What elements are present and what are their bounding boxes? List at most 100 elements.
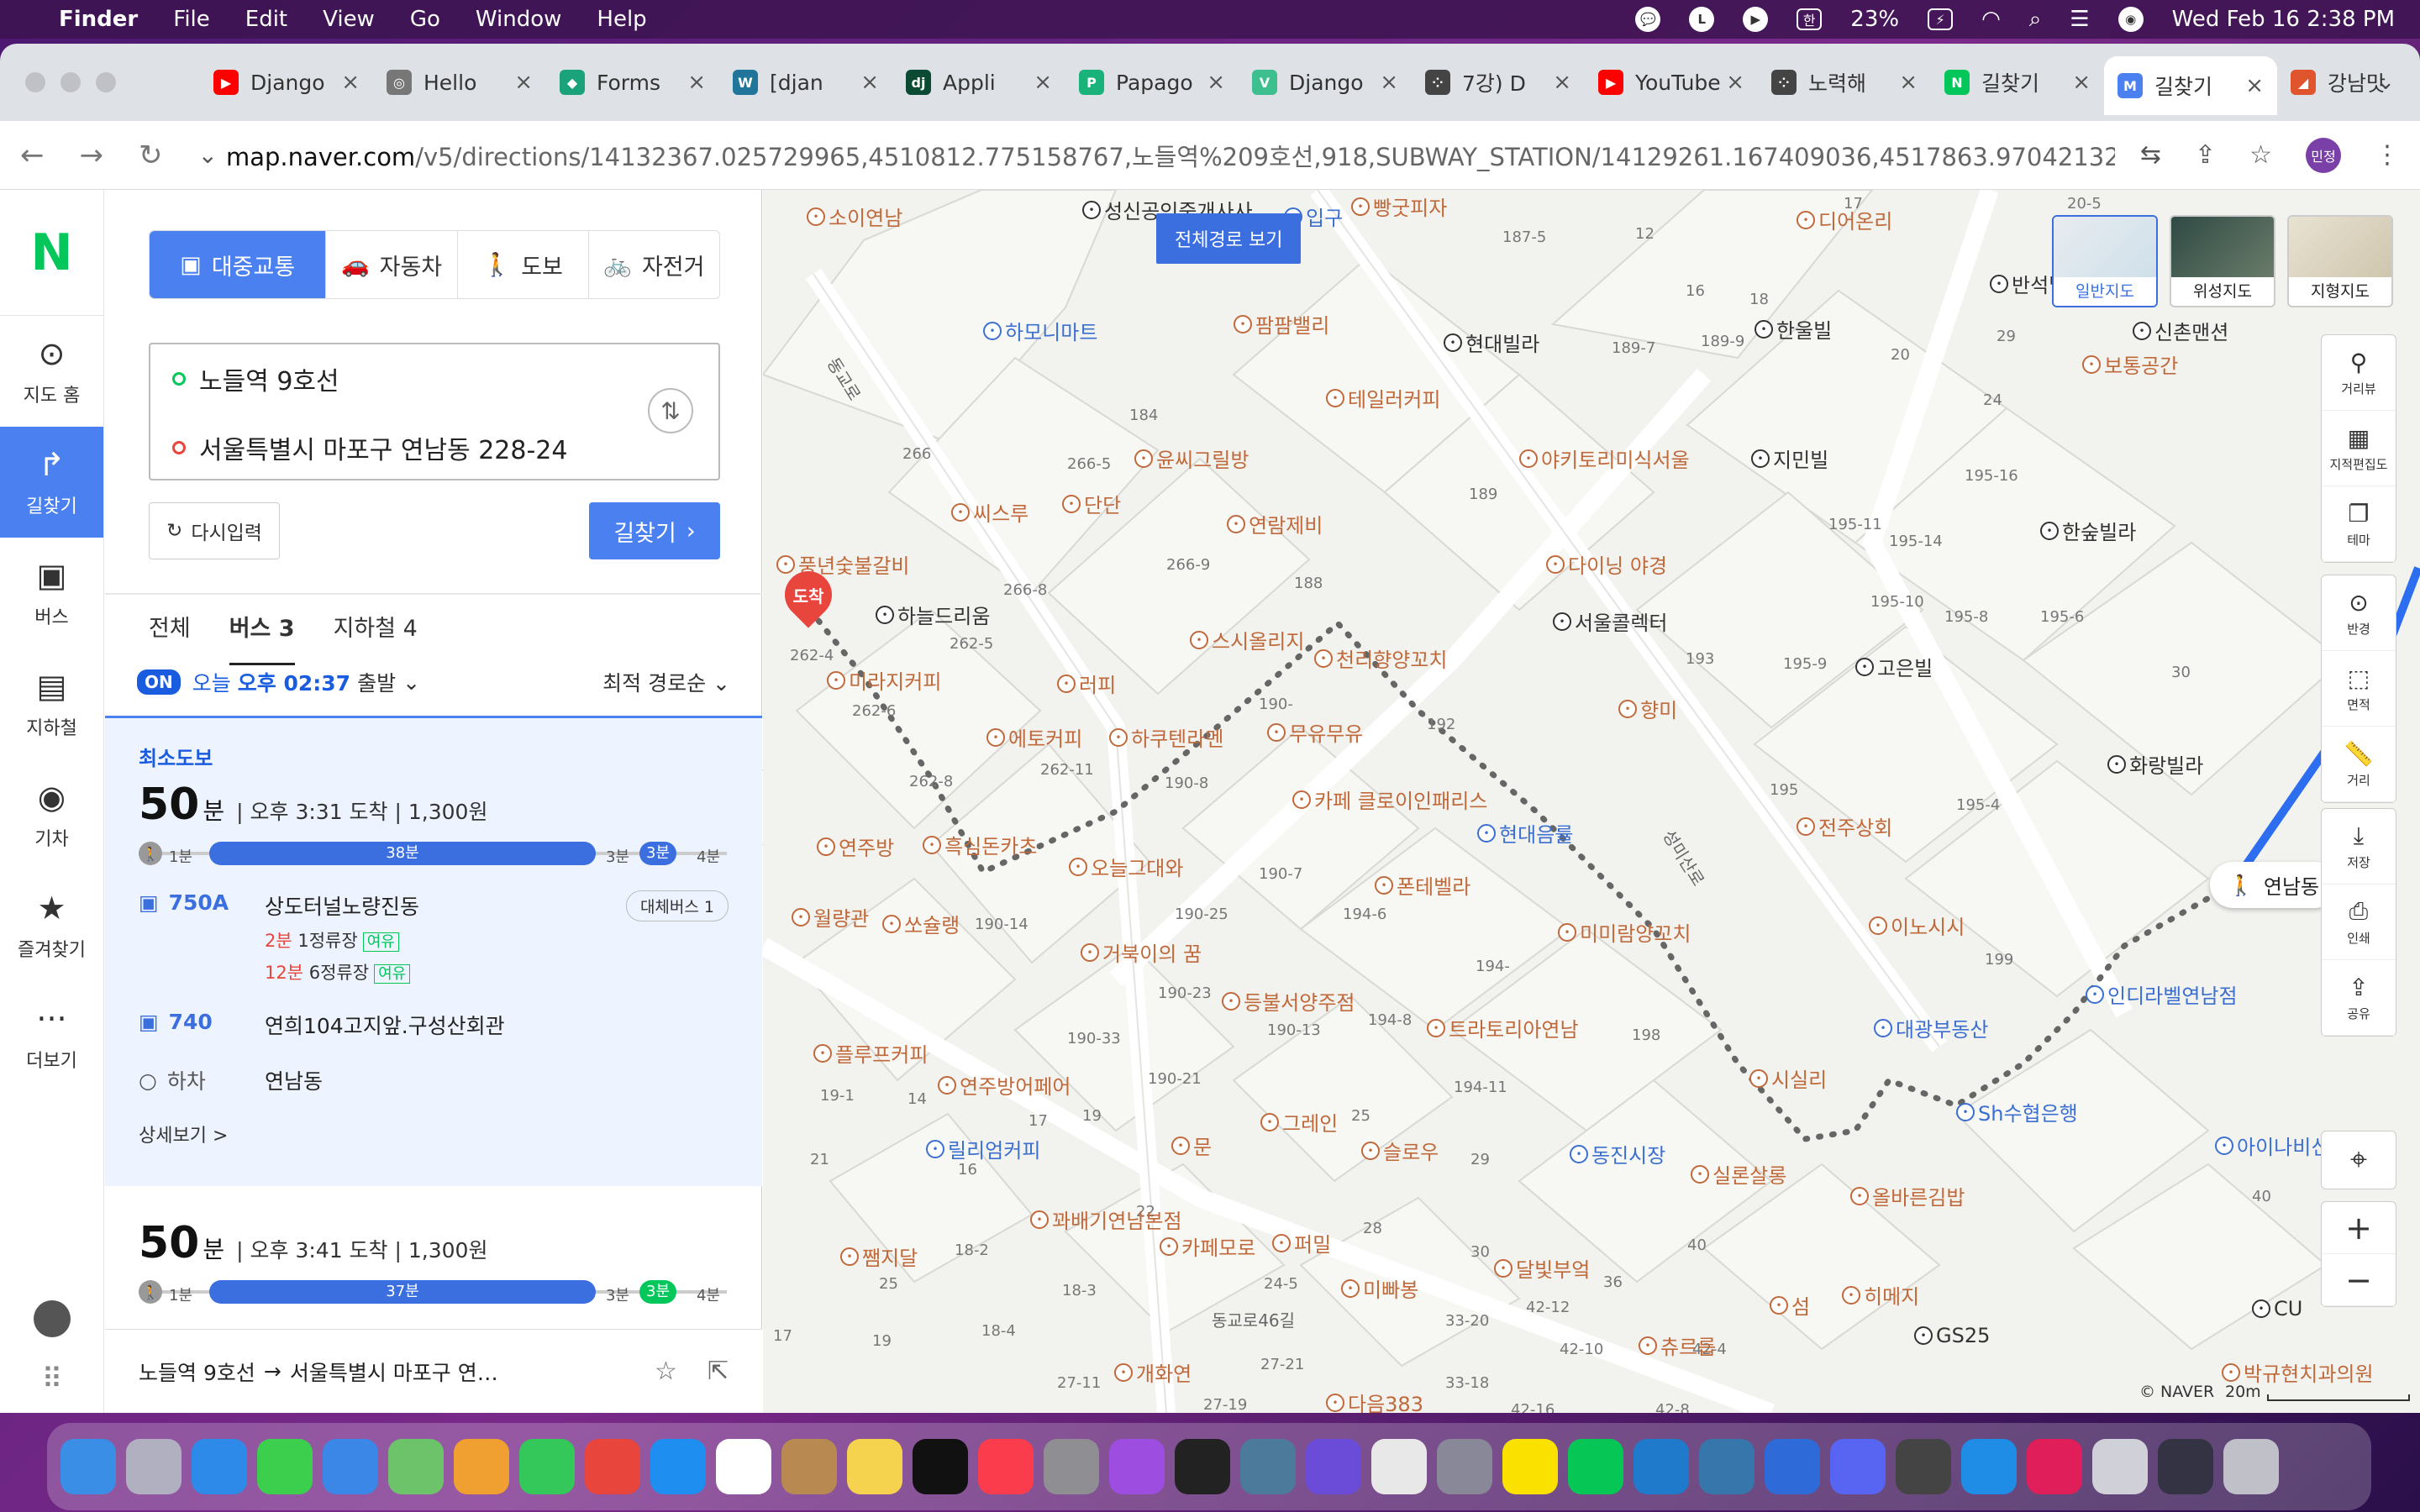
map-poi[interactable]: • 쨈지달 bbox=[840, 1242, 918, 1271]
bus-number[interactable]: 750A bbox=[169, 890, 229, 915]
map-poi[interactable]: • 오늘그대와 bbox=[1069, 852, 1183, 881]
lock-icon[interactable] bbox=[1896, 1439, 1951, 1494]
map-poi[interactable]: • 씨스루 bbox=[951, 497, 1028, 527]
wifi-icon[interactable]: ◠ bbox=[1981, 7, 2001, 32]
map-canvas[interactable]: 187-5 12 20-5 16 18 17 189-7 189-9 20 24 29 184 266 2… bbox=[763, 190, 2420, 1413]
browser-tab[interactable]: ▶ YouTube × bbox=[1585, 56, 1758, 108]
tool-radius[interactable]: ⊙ 반경 bbox=[2322, 575, 2396, 651]
start-station-chip[interactable]: 🚶 연남동 bbox=[2210, 862, 2338, 908]
tv-icon[interactable] bbox=[913, 1439, 968, 1494]
menu-window[interactable]: Window bbox=[476, 7, 562, 32]
swap-route-icon[interactable]: ⇅ bbox=[648, 388, 693, 433]
map-poi[interactable]: • 러피 bbox=[1057, 669, 1116, 698]
chevron-down-icon[interactable]: ⌄ bbox=[402, 670, 420, 695]
maps-icon[interactable] bbox=[388, 1439, 444, 1494]
bookmark-star-icon[interactable]: ☆ bbox=[2249, 140, 2272, 170]
sort-dropdown[interactable]: 최적 경로순 ⌄ bbox=[602, 667, 730, 697]
back-button[interactable]: ← bbox=[20, 139, 45, 172]
map-poi[interactable]: • 무유무유 bbox=[1267, 717, 1363, 747]
map-poi[interactable]: • 미빠봉 bbox=[1341, 1273, 1418, 1303]
trash-icon[interactable] bbox=[2223, 1439, 2279, 1494]
browser-tab[interactable]: N 길찾기 × bbox=[1931, 56, 2104, 108]
tool-cadastral[interactable]: ▦ 지적편집도 bbox=[2322, 411, 2396, 486]
map-poi[interactable]: • 카페 클로이인패리스 bbox=[1292, 785, 1487, 814]
tab-subway[interactable]: 지하철 4 bbox=[334, 610, 418, 665]
map-poi[interactable]: • 디어온리 bbox=[1797, 205, 1892, 234]
reset-button[interactable]: ↻ 다시입력 bbox=[149, 502, 280, 559]
map-poi[interactable]: • 보통공간 bbox=[2082, 349, 2178, 379]
map-poi[interactable]: • 달빛부엌 bbox=[1494, 1253, 1590, 1283]
search-icon[interactable]: ⌕ bbox=[2029, 7, 2042, 33]
map-poi[interactable]: • 현대빌라 bbox=[1444, 328, 1539, 357]
close-tab-icon[interactable]: × bbox=[1726, 70, 1744, 95]
translate-icon[interactable]: ⇆ bbox=[2140, 140, 2161, 170]
zoom-out-button[interactable]: − bbox=[2322, 1254, 2396, 1306]
browser-tab[interactable]: ▶ Django × bbox=[200, 56, 373, 108]
departure-time[interactable]: 오후 02:37 bbox=[238, 667, 350, 697]
map-poi[interactable]: • 그레인 bbox=[1260, 1107, 1338, 1137]
map-poi[interactable]: • 츄르릅 bbox=[1639, 1331, 1716, 1360]
map-poi[interactable]: • 이노시시 bbox=[1869, 911, 1965, 940]
map-poi[interactable]: • 화랑빌라 bbox=[2107, 749, 2203, 779]
minimize-window-button[interactable] bbox=[60, 72, 81, 92]
site-info-chevron-icon[interactable]: ⌄ bbox=[198, 141, 218, 169]
map-poi[interactable]: • 한울빌 bbox=[1754, 314, 1832, 344]
contacts-icon[interactable] bbox=[781, 1439, 837, 1494]
route-overview-button[interactable]: 전체경로 보기 bbox=[1156, 213, 1302, 264]
map-poi[interactable]: • 야키토리미식서울 bbox=[1519, 444, 1690, 473]
nav-item-map-pin[interactable]: ⊙ 지도 홈 bbox=[0, 316, 103, 427]
close-tab-icon[interactable]: × bbox=[687, 70, 706, 95]
maptype-normal[interactable]: 일반지도 bbox=[2052, 215, 2158, 307]
map-poi[interactable]: • 전주상회 bbox=[1797, 811, 1892, 841]
map-poi[interactable]: • 거북이의 꿈 bbox=[1081, 937, 1202, 967]
map-poi[interactable]: • 팜팜밸리 bbox=[1234, 309, 1329, 339]
appstore-icon[interactable] bbox=[650, 1439, 706, 1494]
nav-item-star[interactable]: ★ 즐겨찾기 bbox=[0, 870, 103, 981]
menu-file[interactable]: File bbox=[173, 7, 210, 32]
map-poi[interactable]: • 릴리엄커피 bbox=[926, 1134, 1040, 1163]
search-route-button[interactable]: 길찾기 › bbox=[589, 502, 720, 559]
bus-number[interactable]: 740 bbox=[169, 1010, 213, 1034]
input-method-icon[interactable]: 한 bbox=[1797, 8, 1823, 30]
map-poi[interactable]: • GS25 bbox=[1914, 1324, 1990, 1347]
map-poi[interactable]: • 히메지 bbox=[1842, 1280, 1919, 1310]
map-poi[interactable]: • 다음383 bbox=[1326, 1388, 1423, 1413]
close-window-button[interactable] bbox=[25, 72, 45, 92]
browser-tab[interactable]: M 길찾기 × bbox=[2104, 56, 2277, 115]
clock[interactable]: Wed Feb 16 2:38 PM bbox=[2172, 7, 2395, 32]
browser-tab[interactable]: ⁘ 7강) D × bbox=[1412, 56, 1585, 108]
naver-logo[interactable]: N bbox=[0, 190, 103, 316]
realtime-toggle[interactable]: ON bbox=[137, 669, 181, 695]
share-icon[interactable]: ⇪ bbox=[2195, 140, 2216, 170]
browser-menu-icon[interactable]: ⋮ bbox=[2375, 140, 2400, 170]
map-poi[interactable]: • 슬로우 bbox=[1361, 1136, 1439, 1165]
close-tab-icon[interactable]: × bbox=[1207, 70, 1225, 95]
map-poi[interactable]: • 쏘슐랭 bbox=[882, 909, 960, 938]
map-poi[interactable]: • 동진시장 bbox=[1570, 1139, 1665, 1168]
tool-share[interactable]: ⇪ 공유 bbox=[2322, 960, 2396, 1036]
close-tab-icon[interactable]: × bbox=[1034, 70, 1052, 95]
maptype-satellite[interactable]: 위성지도 bbox=[2170, 215, 2275, 307]
details-link[interactable]: 상세보기 > bbox=[139, 1121, 729, 1147]
calendar-icon[interactable] bbox=[716, 1439, 771, 1494]
map-poi[interactable]: • 하쿠텐라멘 bbox=[1109, 722, 1223, 752]
map-poi[interactable]: • 테일러커피 bbox=[1326, 383, 1440, 412]
tool-distance[interactable]: 📏 거리 bbox=[2322, 727, 2396, 802]
user-avatar[interactable] bbox=[34, 1300, 71, 1337]
map-poi[interactable]: • 에토커피 bbox=[986, 722, 1082, 752]
map-poi[interactable]: • 고은빌 bbox=[1855, 652, 1933, 681]
my-location-button[interactable]: ⌖ bbox=[2321, 1131, 2396, 1189]
map-poi[interactable]: • 윤씨그릴방 bbox=[1134, 444, 1249, 473]
browser-tab[interactable]: ◆ Forms × bbox=[546, 56, 719, 108]
map-poi[interactable]: • 대광부동산 bbox=[1874, 1013, 1988, 1042]
firefox-icon[interactable] bbox=[1306, 1439, 1361, 1494]
menu-go[interactable]: Go bbox=[410, 7, 440, 32]
kakaotalk-icon[interactable] bbox=[1502, 1439, 1558, 1494]
photos-icon[interactable] bbox=[454, 1439, 509, 1494]
notes-icon[interactable] bbox=[847, 1439, 902, 1494]
finder-icon[interactable] bbox=[60, 1439, 116, 1494]
discord-icon[interactable] bbox=[1830, 1439, 1886, 1494]
textedit-icon[interactable] bbox=[1371, 1439, 1427, 1494]
tab-search-chevron-icon[interactable]: ⌄ bbox=[2376, 70, 2395, 95]
map-poi[interactable]: • 다이닝 야경 bbox=[1546, 549, 1667, 579]
